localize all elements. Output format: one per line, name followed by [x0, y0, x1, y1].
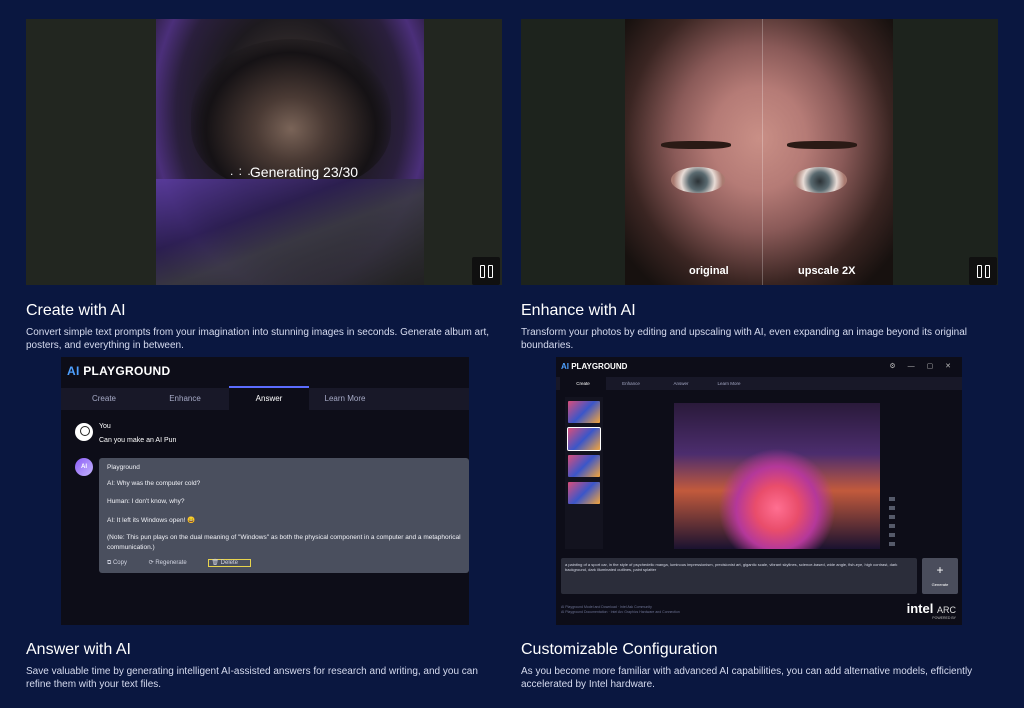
- pause-icon: [479, 264, 485, 278]
- brand-ai: AI: [561, 362, 569, 371]
- regenerate-label: Regenerate: [155, 560, 187, 566]
- generated-car-image: [674, 403, 880, 549]
- section-title-create: Create with AI: [26, 302, 126, 319]
- image-tool-icons[interactable]: [889, 497, 895, 549]
- user-avatar-icon: [75, 423, 93, 441]
- answer-app-screenshot: AI PLAYGROUND Create Enhance Answer Lear…: [61, 357, 469, 625]
- powered-by-text: POWERED BY: [932, 616, 956, 620]
- plus-icon: +: [936, 563, 944, 577]
- ai-avatar-icon: AI: [75, 458, 93, 476]
- section-title-enhance: Enhance with AI: [521, 302, 636, 319]
- config-app-screenshot: AI PLAYGROUND ⚙ — ▢ ✕ Create Enhance Ans…: [556, 357, 962, 625]
- bot-line: communication.): [107, 544, 155, 551]
- bot-line: AI: It left its Windows open! 😄: [107, 517, 196, 524]
- section-title-config: Customizable Configuration: [521, 641, 718, 658]
- thumbnail-selected[interactable]: [567, 427, 601, 451]
- brand-name: PLAYGROUND: [79, 364, 171, 378]
- right-brow: [787, 141, 857, 149]
- app-brand: AI PLAYGROUND: [67, 364, 170, 378]
- purple-cape: [156, 179, 424, 285]
- thumbnail[interactable]: [568, 482, 600, 504]
- tab-answer[interactable]: Answer: [658, 377, 704, 390]
- label-original: original: [689, 265, 729, 277]
- bot-line: Human: I don't know, why?: [107, 498, 185, 505]
- right-eye: [793, 167, 847, 193]
- brand-name: PLAYGROUND: [569, 362, 628, 371]
- tab-learn-more[interactable]: Learn More: [706, 377, 752, 390]
- bot-message-bubble: Playground AI: Why was the computer cold…: [99, 458, 469, 573]
- left-brow: [661, 141, 731, 149]
- tab-answer[interactable]: Answer: [229, 386, 309, 410]
- desc-line: Convert simple text prompts from your im…: [26, 327, 489, 338]
- desc-line: boundaries.: [521, 340, 574, 351]
- spinner-icon: . : .: [230, 164, 252, 178]
- label-upscale: upscale 2X: [798, 265, 856, 277]
- tab-enhance[interactable]: Enhance: [608, 377, 654, 390]
- prompt-input[interactable]: a painting of a sport car, in the style …: [561, 558, 917, 594]
- thumbnail[interactable]: [568, 401, 600, 423]
- pause-button-enhance[interactable]: [969, 257, 997, 285]
- window-controls[interactable]: ⚙ — ▢ ✕: [889, 362, 956, 370]
- tab-bar: Create Enhance Answer Learn More: [61, 386, 469, 410]
- generate-label: Generate: [931, 582, 949, 587]
- section-desc-config: As you become more familiar with advance…: [521, 665, 972, 691]
- footer-links: AI Playground Model and Download · Intel…: [561, 605, 680, 615]
- portrait-face: [625, 19, 893, 285]
- desc-line: posters, and everything in between.: [26, 340, 184, 351]
- intel-text: intel: [906, 601, 934, 616]
- user-name: You: [99, 423, 111, 430]
- thumbnail[interactable]: [568, 455, 600, 477]
- section-desc-create: Convert simple text prompts from your im…: [26, 326, 489, 352]
- arc-text: ARC: [936, 605, 956, 615]
- section-desc-answer: Save valuable time by generating intelli…: [26, 665, 478, 691]
- tab-enhance[interactable]: Enhance: [145, 388, 225, 410]
- intel-arc-logo: intel ARC: [907, 601, 956, 616]
- tab-create[interactable]: Create: [560, 377, 606, 390]
- create-media-video: . : . Generating 23/30: [26, 19, 502, 285]
- desc-line: Save valuable time by generating intelli…: [26, 666, 478, 677]
- delete-label: Delete: [220, 560, 239, 566]
- thumbnail-list: [565, 397, 603, 549]
- footer-link[interactable]: AI Playground Documentation · Intel Arc …: [561, 610, 680, 615]
- bot-name: Playground: [107, 464, 140, 471]
- comparison-divider[interactable]: [762, 19, 763, 285]
- desc-line: As you become more familiar with advance…: [521, 666, 973, 677]
- pause-icon: [487, 264, 493, 278]
- section-desc-enhance: Transform your photos by editing and ups…: [521, 326, 967, 352]
- user-message: Can you make an AI Pun: [99, 437, 177, 444]
- message-actions: ⧉ Copy ⟳ Regenerate 🗑 Delete: [107, 559, 261, 567]
- delete-button[interactable]: 🗑 Delete: [208, 559, 252, 567]
- pause-button-create[interactable]: [472, 257, 500, 285]
- copy-label: Copy: [112, 560, 127, 566]
- generating-text: Generating 23/30: [249, 164, 359, 180]
- pause-icon: [976, 264, 982, 278]
- prompt-text: a painting of a sport car, in the style …: [565, 562, 898, 572]
- desc-line: refine them with your text files.: [26, 679, 162, 690]
- bot-line: (Note: This pun plays on the dual meanin…: [107, 534, 461, 541]
- desc-line: accelerated by Intel hardware.: [521, 679, 655, 690]
- enhance-media-video: original upscale 2X: [521, 19, 998, 285]
- left-eye: [671, 167, 725, 193]
- tab-create[interactable]: Create: [64, 388, 144, 410]
- regenerate-button[interactable]: ⟳ Regenerate: [149, 560, 197, 566]
- tab-learn-more[interactable]: Learn More: [305, 388, 385, 410]
- tab-bar: Create Enhance Answer Learn More: [556, 377, 962, 390]
- generate-button[interactable]: + Generate: [922, 558, 958, 594]
- generating-status: . : . Generating 23/30: [230, 164, 358, 180]
- section-title-answer: Answer with AI: [26, 641, 131, 658]
- bot-line: AI: Why was the computer cold?: [107, 480, 201, 487]
- desc-line: Transform your photos by editing and ups…: [521, 327, 968, 338]
- pause-icon: [984, 264, 990, 278]
- brand-ai: AI: [67, 364, 80, 378]
- app-brand: AI PLAYGROUND: [561, 362, 627, 371]
- copy-button[interactable]: ⧉ Copy: [107, 560, 137, 566]
